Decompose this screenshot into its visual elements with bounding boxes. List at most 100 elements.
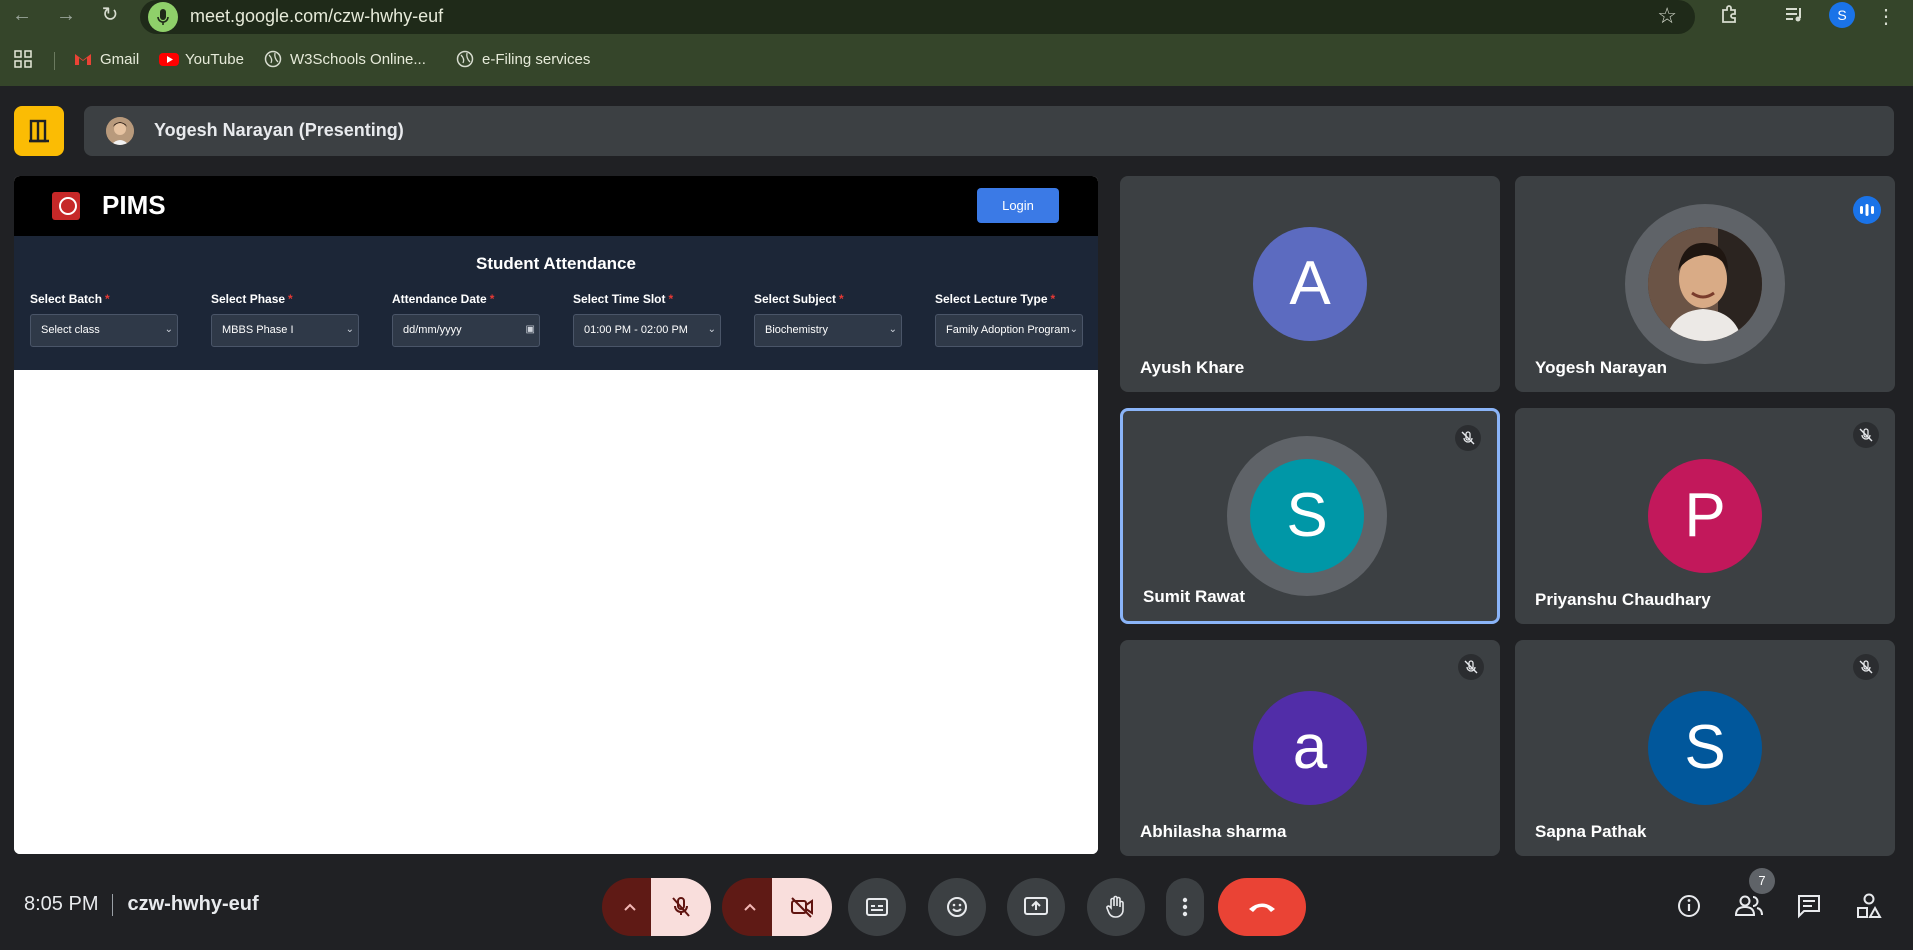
more-options-button[interactable] [1166,878,1204,936]
gmail-icon [74,50,92,68]
present-screen-icon [1024,897,1048,915]
calendar-icon[interactable]: ▣ [526,324,535,335]
participant-tile[interactable]: A Ayush Khare [1120,176,1500,392]
exit-door-icon [29,119,49,143]
phase-select[interactable]: MBBS Phase I ⌄ [211,314,359,347]
field-label: Select Time Slot [573,292,666,306]
participant-name: Yogesh Narayan [1535,358,1667,377]
required-marker: * [288,292,293,306]
globe-icon [264,50,282,68]
attendance-date-input[interactable]: dd/mm/yyyy ▣ [392,314,540,347]
mic-in-use-icon[interactable] [148,2,178,32]
chat-button[interactable] [1791,888,1827,924]
bookmark-label: W3Schools Online... [290,50,426,68]
meet-stage: Yogesh Narayan (Presenting) PIMS Login S… [0,86,1913,950]
leave-call-button[interactable] [1218,878,1306,936]
participant-name: Ayush Khare [1140,358,1245,377]
participant-tile[interactable]: Yogesh Narayan [1515,176,1895,392]
participant-tile[interactable]: S Sumit Rawat [1120,408,1500,624]
audio-options-button[interactable] [602,878,657,936]
pims-logo [52,192,80,220]
camera-toggle-button[interactable] [772,878,832,936]
media-control-icon[interactable] [1780,3,1808,31]
field-value: Biochemistry [765,324,828,336]
extensions-icon[interactable] [1716,3,1744,31]
meeting-details-button[interactable] [1671,888,1707,924]
chevron-down-icon: ⌄ [707,324,716,335]
captions-button[interactable] [848,878,906,936]
time-slot-select[interactable]: 01:00 PM - 02:00 PM ⌄ [573,314,721,347]
present-screen-button[interactable] [1007,878,1065,936]
participant-name: Sapna Pathak [1535,822,1647,841]
field-value: MBBS Phase I [222,324,294,336]
bookmark-label: Gmail [100,50,140,68]
field-label: Select Phase [211,292,286,306]
chevron-down-icon: ⌄ [1069,324,1078,335]
participant-name: Abhilasha sharma [1140,822,1287,841]
subject-select[interactable]: Biochemistry ⌄ [754,314,902,347]
presenter-avatar [106,117,134,145]
bookmark-gmail[interactable]: Gmail [74,50,139,68]
meeting-info: 8:05 PM czw-hwhy-euf [24,893,259,916]
info-icon [1678,895,1700,917]
mic-off-icon [1853,654,1879,680]
exit-presentation-button[interactable] [14,106,64,156]
mic-off-icon [672,897,690,917]
profile-avatar[interactable]: S [1829,2,1855,28]
video-options-button[interactable] [722,878,777,936]
captions-icon [866,898,888,916]
avatar [1648,227,1762,341]
participant-tile[interactable]: a Abhilasha sharma [1120,640,1500,856]
login-button[interactable]: Login [977,188,1059,223]
emoji-icon [947,897,967,917]
batch-select[interactable]: Select class ⌄ [30,314,178,347]
field-value: 01:00 PM - 02:00 PM [584,324,688,336]
people-button[interactable] [1731,888,1767,924]
batch-field: Select Batch * Select class ⌄ [30,292,178,347]
kebab-menu-icon[interactable]: ⋮ [1872,3,1900,31]
shared-screen-body [14,370,1098,854]
required-marker: * [668,292,674,306]
forward-icon[interactable]: → [54,3,78,27]
bookmark-efiling[interactable]: e-Filing services [456,50,590,68]
reload-icon[interactable]: ↻ [98,3,122,27]
required-marker: * [1050,292,1056,306]
youtube-icon [159,50,179,68]
apps-grid-icon[interactable] [14,50,32,68]
microphone-toggle-button[interactable] [651,878,711,936]
activities-button[interactable] [1851,888,1887,924]
mic-off-icon [1455,425,1481,451]
meeting-controls-bar: 8:05 PM czw-hwhy-euf 7 [0,858,1913,950]
lecture-type-select[interactable]: Family Adoption Program ⌄ [935,314,1083,347]
avatar: S [1250,459,1364,573]
bookmarks-divider [54,52,55,70]
presenting-banner: Yogesh Narayan (Presenting) [84,106,1894,156]
address-bar[interactable]: meet.google.com/czw-hwhy-euf ☆ [140,0,1695,34]
participant-tile[interactable]: P Priyanshu Chaudhary [1515,408,1895,624]
required-marker: * [489,292,495,306]
chevron-up-icon [623,903,636,911]
bookmark-label: e-Filing services [482,50,591,68]
more-vert-icon [1182,897,1188,917]
hang-up-icon [1249,903,1275,912]
browser-chrome: ← → ↻ meet.google.com/czw-hwhy-euf ☆ S ⋮… [0,0,1913,86]
back-icon[interactable]: ← [10,3,34,27]
raise-hand-button[interactable] [1087,878,1145,936]
bookmark-star-icon[interactable]: ☆ [1657,3,1677,29]
participant-name: Sumit Rawat [1143,587,1246,606]
participant-tile[interactable]: S Sapna Pathak [1515,640,1895,856]
reactions-button[interactable] [928,878,986,936]
field-value: Family Adoption Program [946,324,1070,336]
meeting-time: 8:05 PM [24,893,99,915]
bookmark-w3schools[interactable]: W3Schools Online... [264,50,426,68]
shared-screen: PIMS Login Student Attendance Select Bat… [14,176,1098,854]
chevron-down-icon: ⌄ [164,324,173,335]
url-text[interactable]: meet.google.com/czw-hwhy-euf [190,6,443,27]
field-value: dd/mm/yyyy [403,324,462,336]
field-label: Select Batch [30,292,103,306]
avatar: A [1253,227,1367,341]
chevron-down-icon: ⌄ [888,324,897,335]
camera-off-icon [791,897,813,918]
field-label: Select Subject [754,292,837,306]
bookmark-youtube[interactable]: YouTube [159,50,244,68]
